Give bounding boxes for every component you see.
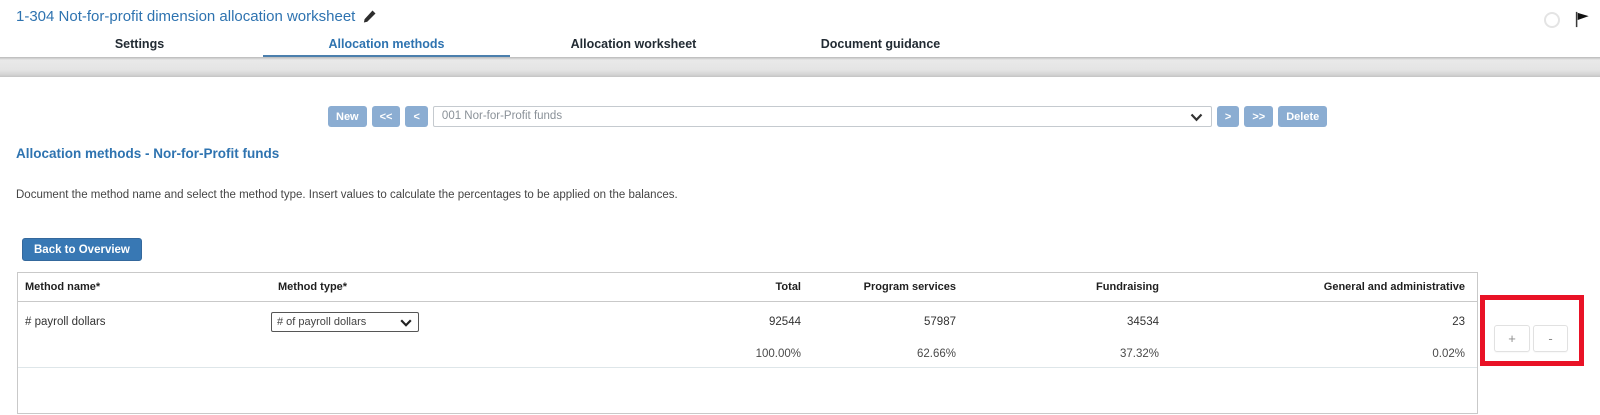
- back-to-overview-button[interactable]: Back to Overview: [22, 238, 142, 261]
- method-type-select[interactable]: # of payroll dollars: [271, 312, 419, 332]
- table-row: # payroll dollars # of payroll dollars 9…: [18, 302, 1477, 341]
- flag-icon[interactable]: [1573, 10, 1592, 29]
- record-select-value: 001 Nor-for-Profit funds: [434, 107, 1211, 126]
- last-record-button[interactable]: >>: [1244, 106, 1273, 127]
- delete-record-button[interactable]: Delete: [1278, 106, 1327, 127]
- chevron-down-icon: [1190, 113, 1203, 122]
- section-heading: Allocation methods - Nor-for-Profit fund…: [16, 146, 279, 161]
- fundraising-value[interactable]: 34534: [956, 316, 1159, 328]
- add-row-button[interactable]: +: [1494, 325, 1530, 352]
- header-program-services: Program services: [801, 281, 956, 293]
- program-services-value[interactable]: 57987: [801, 316, 956, 328]
- allocation-methods-table: Method name* Method type* Total Program …: [17, 272, 1478, 414]
- first-record-button[interactable]: <<: [372, 106, 401, 127]
- tab-settings[interactable]: Settings: [16, 34, 263, 57]
- section-description: Document the method name and select the …: [16, 189, 678, 201]
- toolbar-band: [0, 57, 1600, 77]
- record-navigator: New << < 001 Nor-for-Profit funds > >> D…: [328, 106, 1327, 127]
- tab-bar: Settings Allocation methods Allocation w…: [16, 34, 1004, 57]
- header-fundraising: Fundraising: [956, 281, 1159, 293]
- page-title: 1-304 Not-for-profit dimension allocatio…: [16, 8, 355, 25]
- page-header: 1-304 Not-for-profit dimension allocatio…: [16, 8, 377, 25]
- allocation-worksheet-page: 1-304 Not-for-profit dimension allocatio…: [0, 0, 1600, 415]
- remove-row-button[interactable]: -: [1533, 325, 1568, 352]
- header-method-type: Method type*: [271, 281, 554, 293]
- tab-allocation-methods[interactable]: Allocation methods: [263, 34, 510, 57]
- chevron-down-icon: [400, 319, 412, 327]
- header-general-admin: General and administrative: [1159, 281, 1477, 293]
- fundraising-percent: 37.32%: [956, 348, 1159, 360]
- new-record-button[interactable]: New: [328, 106, 367, 127]
- tab-document-guidance[interactable]: Document guidance: [757, 34, 1004, 57]
- total-value[interactable]: 92544: [554, 316, 801, 328]
- header-total: Total: [554, 281, 801, 293]
- circle-outline-icon: [1544, 12, 1560, 28]
- table-percent-row: 100.00% 62.66% 37.32% 0.02%: [18, 341, 1477, 368]
- next-record-button[interactable]: >: [1217, 106, 1239, 127]
- record-select[interactable]: 001 Nor-for-Profit funds: [433, 106, 1212, 127]
- general-admin-value[interactable]: 23: [1159, 316, 1477, 328]
- tab-allocation-worksheet[interactable]: Allocation worksheet: [510, 34, 757, 57]
- method-type-value: # of payroll dollars: [272, 313, 418, 331]
- table-header-row: Method name* Method type* Total Program …: [18, 273, 1477, 302]
- header-method-name: Method name*: [18, 281, 271, 293]
- method-name-value[interactable]: # payroll dollars: [18, 316, 271, 328]
- pencil-icon[interactable]: [362, 9, 377, 24]
- general-admin-percent: 0.02%: [1159, 348, 1477, 360]
- method-type-cell: # of payroll dollars: [271, 312, 554, 332]
- prev-record-button[interactable]: <: [405, 106, 427, 127]
- total-percent: 100.00%: [554, 348, 801, 360]
- header-actions: [1544, 10, 1592, 29]
- program-services-percent: 62.66%: [801, 348, 956, 360]
